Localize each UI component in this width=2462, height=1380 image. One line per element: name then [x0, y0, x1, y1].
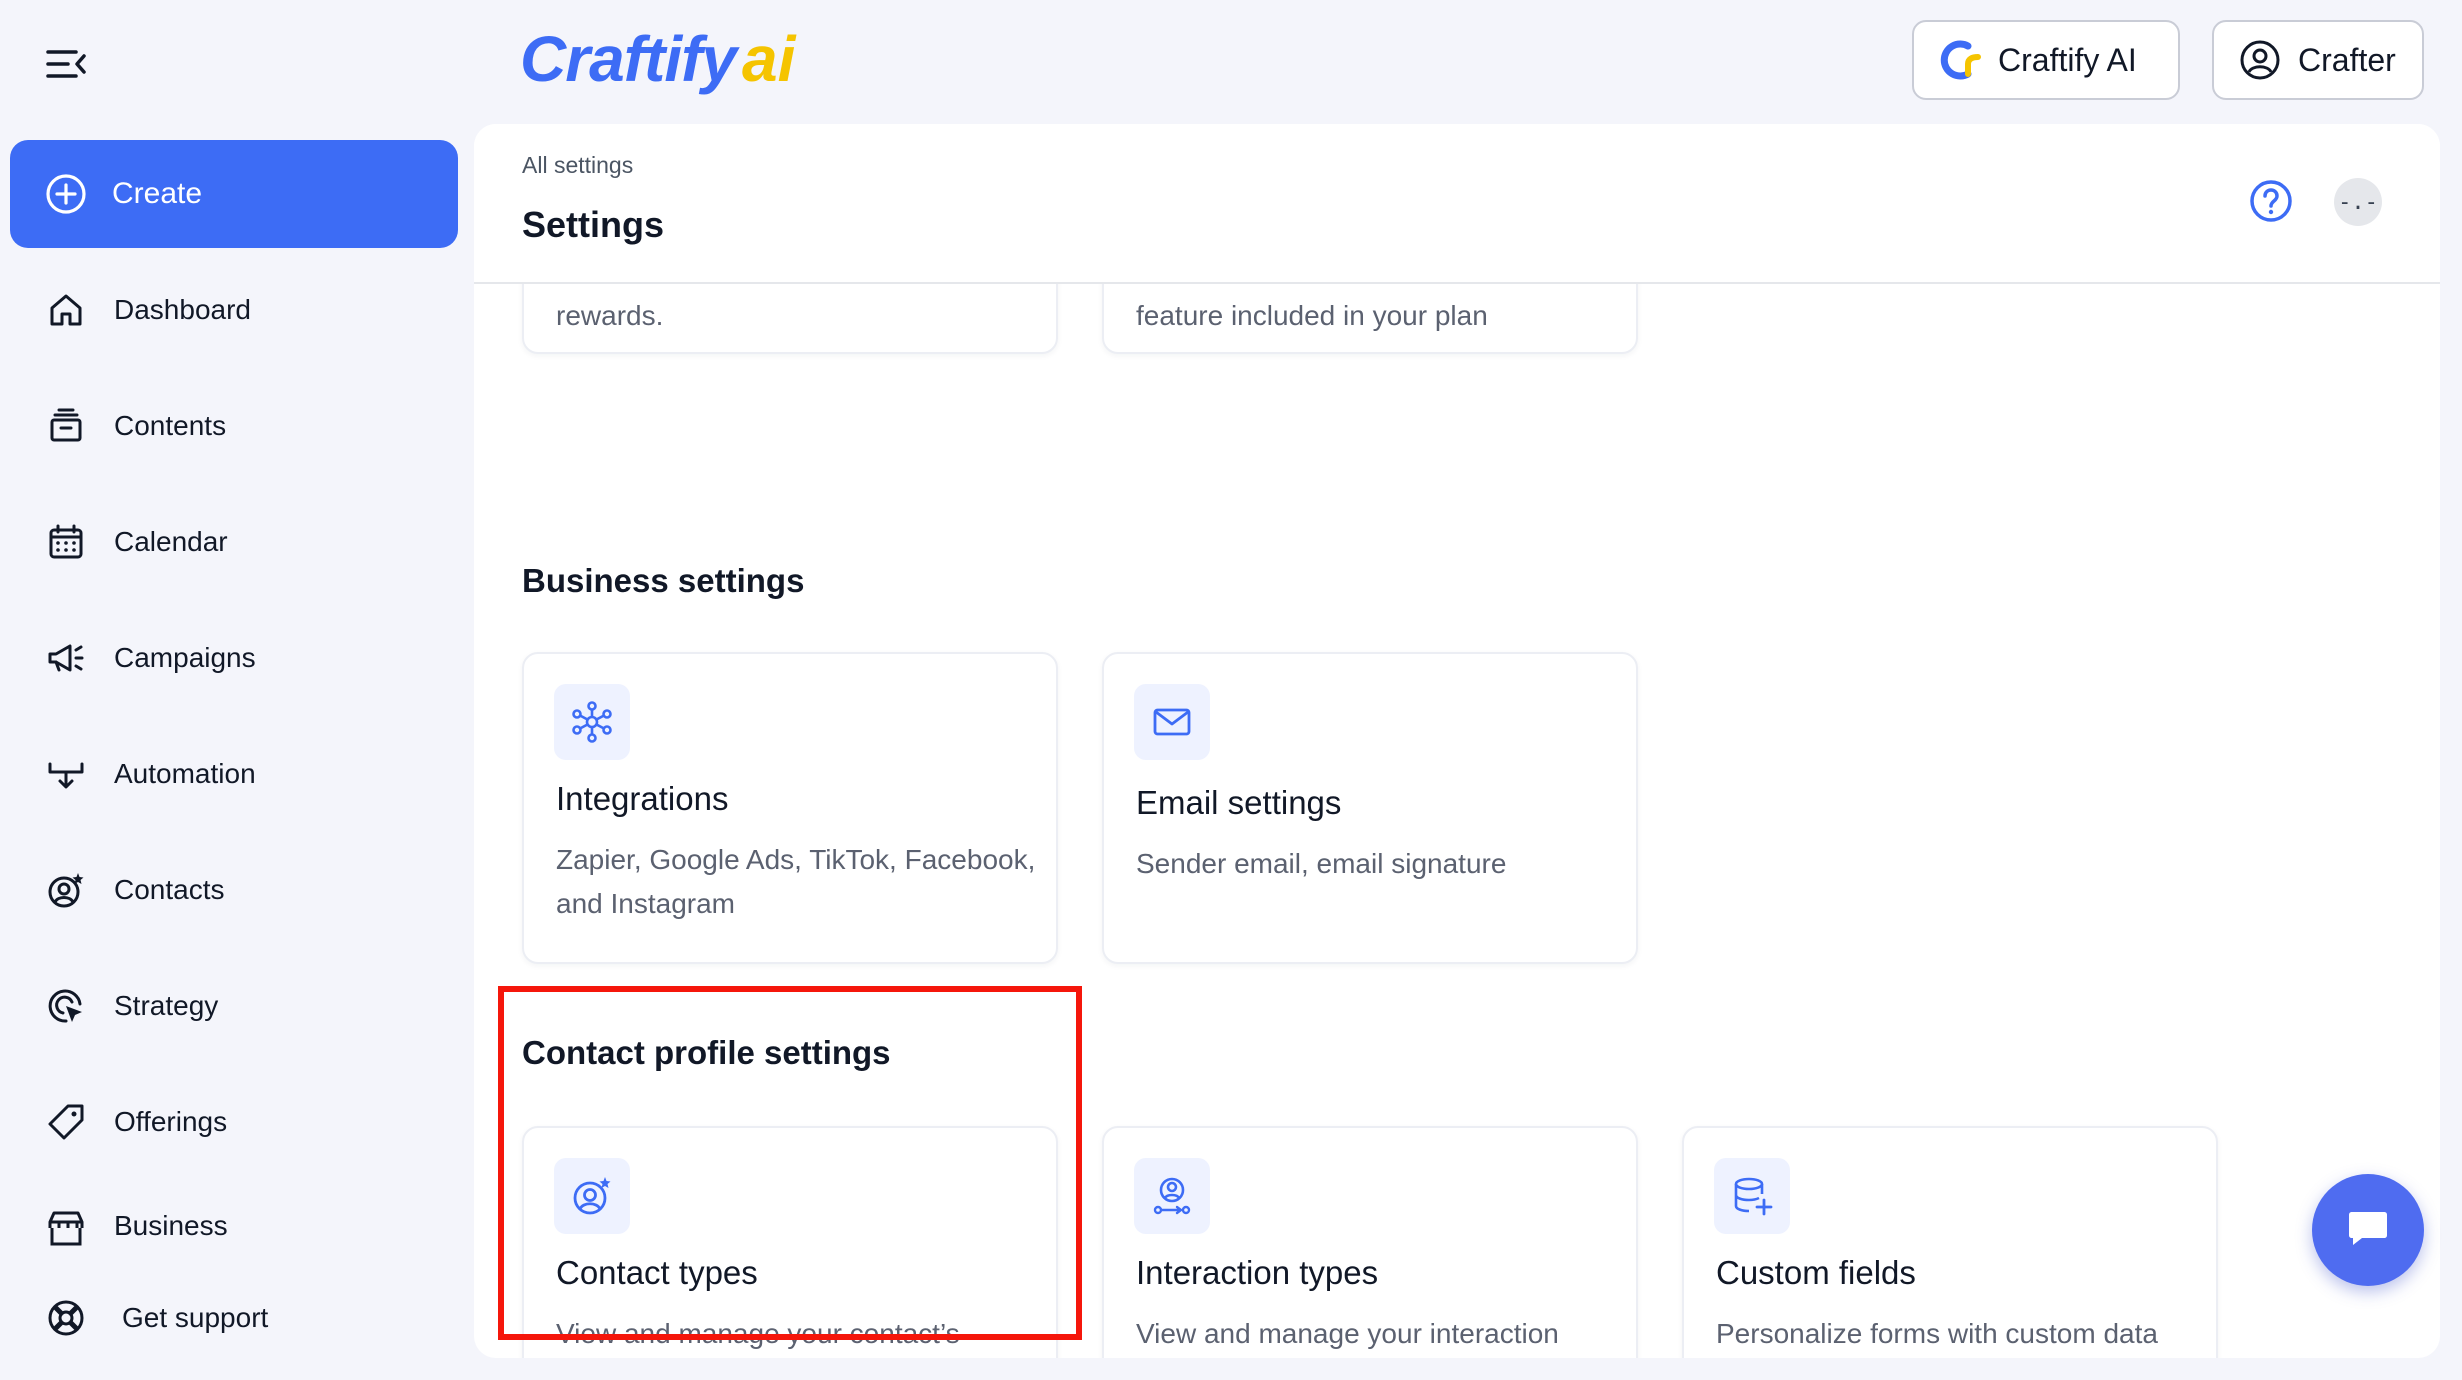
- card-description: feature included in your plan: [1136, 300, 1488, 331]
- integrations-card[interactable]: Integrations Zapier, Google Ads, TikTok,…: [522, 652, 1058, 964]
- network-icon: [554, 684, 630, 760]
- contact-types-card[interactable]: Contact types View and manage your conta…: [522, 1126, 1058, 1358]
- menu-collapse-icon[interactable]: [44, 44, 88, 84]
- target-cursor-icon: [44, 984, 88, 1028]
- sidebar-item-strategy[interactable]: Strategy: [44, 976, 444, 1036]
- avatar[interactable]: -.-: [2334, 178, 2382, 226]
- logo-suffix: ai: [742, 23, 796, 95]
- user-star-icon: [44, 868, 88, 912]
- help-icon[interactable]: [2248, 178, 2294, 224]
- lifebuoy-icon: [44, 1296, 88, 1340]
- account-label: Crafter: [2298, 41, 2396, 78]
- email-settings-card[interactable]: Email settings Sender email, email signa…: [1102, 652, 1638, 964]
- card-description: Zapier, Google Ads, TikTok, Facebook, an…: [556, 844, 1036, 919]
- panel-header: All settings Settings -.-: [474, 124, 2440, 284]
- card-description: rewards.: [556, 300, 664, 331]
- settings-panel: All settings Settings -.- rewards. featu…: [474, 124, 2440, 1358]
- card-title: Custom fields: [1716, 1254, 1916, 1291]
- sidebar-item-offerings[interactable]: Offerings: [44, 1092, 444, 1152]
- plus-circle-icon: [44, 172, 88, 216]
- chat-button[interactable]: [2312, 1174, 2424, 1286]
- card-title: Contact types: [556, 1254, 758, 1291]
- card-title: Integrations: [556, 780, 729, 817]
- tag-icon: [44, 1100, 88, 1144]
- contact-profile-settings-heading: Contact profile settings: [522, 1034, 891, 1071]
- user-flow-icon: [1134, 1158, 1210, 1234]
- card-title: Email settings: [1136, 784, 1342, 821]
- create-label: Create: [112, 177, 203, 210]
- user-star-icon: [554, 1158, 630, 1234]
- sidebar-item-dashboard[interactable]: Dashboard: [44, 280, 444, 340]
- sidebar-item-label: Strategy: [114, 990, 219, 1021]
- craftify-ai-icon: [1938, 38, 1982, 82]
- sidebar-item-label: Business: [114, 1210, 228, 1241]
- logo-word: Craftify: [520, 23, 737, 95]
- sidebar-item-label: Campaigns: [114, 642, 256, 673]
- sidebar-item-calendar[interactable]: Calendar: [44, 512, 444, 572]
- sidebar-item-label: Contacts: [114, 874, 225, 905]
- get-support-button[interactable]: Get support: [44, 1288, 444, 1348]
- settings-content: rewards. feature included in your plan B…: [474, 266, 2440, 1358]
- account-button[interactable]: Crafter: [2212, 20, 2424, 100]
- card-description: Personalize forms with custom data field…: [1716, 1318, 2158, 1349]
- card-description: View and manage your contact’s types.: [556, 1318, 960, 1349]
- sidebar: Create Dashboard Contents Calendar Campa…: [0, 0, 470, 1380]
- sidebar-item-contacts[interactable]: Contacts: [44, 860, 444, 920]
- archive-icon: [44, 404, 88, 448]
- database-plus-icon: [1714, 1158, 1790, 1234]
- card-title: Interaction types: [1136, 1254, 1379, 1291]
- card-description: View and manage your interaction types.: [1136, 1318, 1559, 1349]
- user-circle-icon: [2238, 38, 2282, 82]
- store-icon: [44, 1208, 88, 1246]
- sidebar-item-contents[interactable]: Contents: [44, 396, 444, 456]
- sidebar-item-campaigns[interactable]: Campaigns: [44, 628, 444, 688]
- calendar-icon: [44, 520, 88, 564]
- sidebar-item-business[interactable]: Business: [44, 1208, 444, 1246]
- mail-icon: [1134, 684, 1210, 760]
- craftify-ai-label: Craftify AI: [1998, 41, 2137, 78]
- sidebar-item-label: Offerings: [114, 1106, 228, 1137]
- sidebar-item-label: Dashboard: [114, 294, 251, 325]
- breadcrumb[interactable]: All settings: [522, 152, 633, 179]
- craftify-ai-button[interactable]: Craftify AI: [1912, 20, 2180, 100]
- custom-fields-card[interactable]: Custom fields Personalize forms with cus…: [1682, 1126, 2218, 1358]
- craftify-logo[interactable]: Craftify ai: [520, 22, 795, 106]
- create-button[interactable]: Create: [10, 140, 458, 248]
- sidebar-item-label: Automation: [114, 758, 256, 789]
- megaphone-icon: [44, 636, 88, 680]
- interaction-types-card[interactable]: Interaction types View and manage your i…: [1102, 1126, 1638, 1358]
- get-support-label: Get support: [122, 1302, 269, 1333]
- sidebar-item-automation[interactable]: Automation: [44, 744, 444, 804]
- page-title: Settings: [522, 204, 665, 245]
- workflow-icon: [44, 752, 88, 796]
- business-settings-heading: Business settings: [522, 562, 805, 599]
- card-description: Sender email, email signature: [1136, 848, 1507, 879]
- sidebar-item-label: Calendar: [114, 526, 228, 557]
- chat-bubble-icon: [2344, 1204, 2392, 1257]
- sidebar-item-label: Contents: [114, 410, 227, 441]
- home-icon: [44, 288, 88, 332]
